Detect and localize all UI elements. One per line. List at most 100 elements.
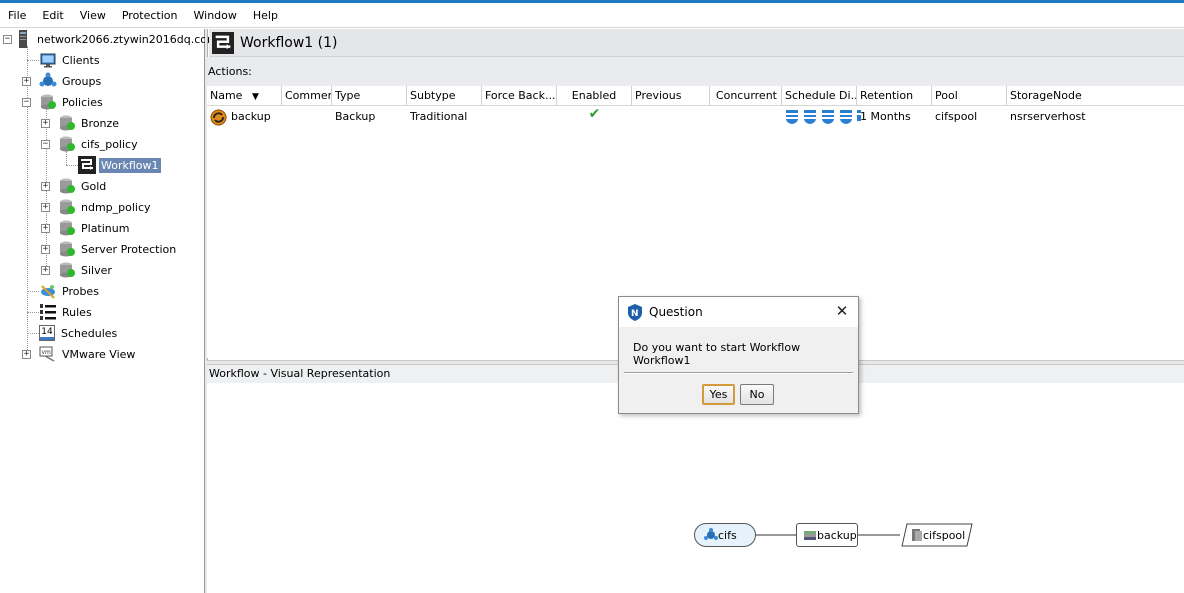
tree-node-server-protection[interactable]: Server Protection (58, 240, 178, 258)
expand-toggle[interactable]: + (22, 77, 31, 86)
tree-node-platinum[interactable]: Platinum (58, 219, 131, 237)
tree-node-silver[interactable]: Silver (58, 261, 114, 279)
networker-logo-icon: N (627, 303, 643, 321)
cell-text: backup (231, 110, 271, 123)
tree-node-label: Probes (62, 284, 99, 298)
svg-text:N: N (631, 309, 639, 319)
column-header-label: Retention (860, 89, 914, 102)
menu-window[interactable]: Window (188, 9, 243, 22)
schedule-day-icon (786, 110, 798, 124)
column-header-type[interactable]: Type (332, 86, 407, 106)
tree-node-vmware-view[interactable]: vm VMware View (39, 345, 137, 363)
collapse-toggle[interactable]: − (22, 98, 31, 107)
menu-view[interactable]: View (74, 9, 112, 22)
cell-retention: 1 Months (860, 110, 911, 123)
column-header-concurrent[interactable]: Concurrent (710, 86, 782, 106)
column-header-label: Force Back... (485, 89, 556, 102)
table-row[interactable]: backup Backup Traditional ✔ 1 Months cif… (207, 106, 1184, 127)
column-header-comment[interactable]: Comment (282, 86, 332, 106)
navigation-tree[interactable]: − network2066.ztywin2016dq.com Clients +… (0, 29, 218, 593)
calendar-day-text: 14 (41, 326, 53, 337)
column-header-label: Previous (635, 89, 682, 102)
column-header-pool[interactable]: Pool (932, 86, 1007, 106)
menu-protection[interactable]: Protection (116, 9, 184, 22)
cell-pool: cifspool (935, 110, 978, 123)
policy-database-icon (58, 135, 76, 153)
column-header-schedule[interactable]: Schedule Di... (782, 86, 857, 106)
tree-node-groups[interactable]: Groups (39, 72, 103, 90)
column-header-previous[interactable]: Previous (632, 86, 710, 106)
tree-node-label: Silver (81, 263, 112, 277)
schedule-icons (782, 108, 861, 126)
tree-node-cifs-policy[interactable]: cifs_policy (58, 135, 140, 153)
policy-database-icon (58, 177, 76, 195)
expand-toggle[interactable]: + (41, 182, 50, 191)
collapse-toggle[interactable]: − (3, 35, 12, 44)
workflow-visual-canvas[interactable]: cifs backup cifspool (207, 383, 1184, 593)
column-header-label: Subtype (410, 89, 456, 102)
workflow-node-backup[interactable]: backup (796, 523, 858, 547)
workflow-icon (212, 31, 234, 54)
tree-node-bronze[interactable]: Bronze (58, 114, 121, 132)
tree-node-gold[interactable]: Gold (58, 177, 108, 195)
column-header-name[interactable]: Name ▼ (207, 86, 282, 106)
tree-node-label: VMware View (62, 347, 136, 361)
expand-toggle[interactable]: + (41, 224, 50, 233)
workflow-node-cifs[interactable]: cifs (694, 523, 756, 547)
column-header-subtype[interactable]: Subtype (407, 86, 482, 106)
dialog-title-bar[interactable]: N Question (619, 297, 858, 327)
tree-connector (66, 151, 67, 165)
tree-node-label: Groups (62, 74, 102, 88)
vmware-icon: vm (39, 345, 57, 363)
yes-button[interactable]: Yes (702, 384, 735, 405)
dialog-separator (624, 372, 853, 374)
probe-icon (39, 282, 57, 300)
collapse-toggle[interactable]: − (41, 140, 50, 149)
tree-node-label: Policies (62, 95, 103, 109)
svg-text:vm: vm (42, 349, 52, 356)
tree-node-schedules[interactable]: 14 Schedules (39, 324, 119, 342)
column-header-storage-node[interactable]: StorageNode (1007, 86, 1184, 106)
tree-node-rules[interactable]: Rules (39, 303, 94, 321)
no-button[interactable]: No (740, 384, 774, 405)
menu-edit[interactable]: Edit (36, 9, 69, 22)
tree-node-probes[interactable]: Probes (39, 282, 101, 300)
menu-file[interactable]: File (2, 9, 32, 22)
tree-node-workflow1[interactable]: Workflow1 (78, 156, 161, 174)
column-header-label: Type (335, 89, 361, 102)
tree-node-label: Workflow1 (99, 157, 161, 173)
expand-toggle[interactable]: + (41, 266, 50, 275)
tree-node-label: Clients (62, 53, 100, 67)
server-icon (14, 30, 32, 48)
tree-node-label: Server Protection (81, 242, 177, 256)
groups-icon (39, 72, 57, 90)
column-header-retention[interactable]: Retention (857, 86, 932, 106)
expand-toggle[interactable]: + (22, 350, 31, 359)
tree-node-policies[interactable]: Policies (39, 93, 105, 111)
policy-database-icon (58, 240, 76, 258)
expand-toggle[interactable]: + (41, 245, 50, 254)
workflow-node-cifspool[interactable]: cifspool (901, 523, 973, 547)
tree-connector (27, 333, 39, 334)
page-title: Workflow1 (1) (240, 34, 338, 51)
expand-toggle[interactable]: + (41, 203, 50, 212)
actions-label: Actions: (208, 65, 252, 78)
calendar-icon: 14 (39, 325, 55, 341)
tree-node-clients[interactable]: Clients (39, 51, 102, 69)
tree-connector (27, 46, 28, 354)
column-header-enabled[interactable]: Enabled (557, 86, 632, 106)
tree-node-label: Schedules (61, 326, 118, 340)
schedule-day-icon (822, 110, 834, 124)
tree-node-ndmp-policy[interactable]: ndmp_policy (58, 198, 153, 216)
tree-node-label: Platinum (81, 221, 130, 235)
tree-connector (66, 165, 78, 166)
cell-name: backup (207, 108, 271, 126)
menu-help[interactable]: Help (247, 9, 284, 22)
policy-database-icon (58, 114, 76, 132)
tree-node-server[interactable]: network2066.ztywin2016dq.com (14, 30, 220, 48)
workflow-icon (78, 156, 96, 174)
question-dialog[interactable]: N Question ✕ Do you want to start Workfl… (618, 296, 859, 414)
column-header-force-backup[interactable]: Force Back... (482, 86, 557, 106)
expand-toggle[interactable]: + (41, 119, 50, 128)
close-icon[interactable]: ✕ (834, 303, 850, 319)
